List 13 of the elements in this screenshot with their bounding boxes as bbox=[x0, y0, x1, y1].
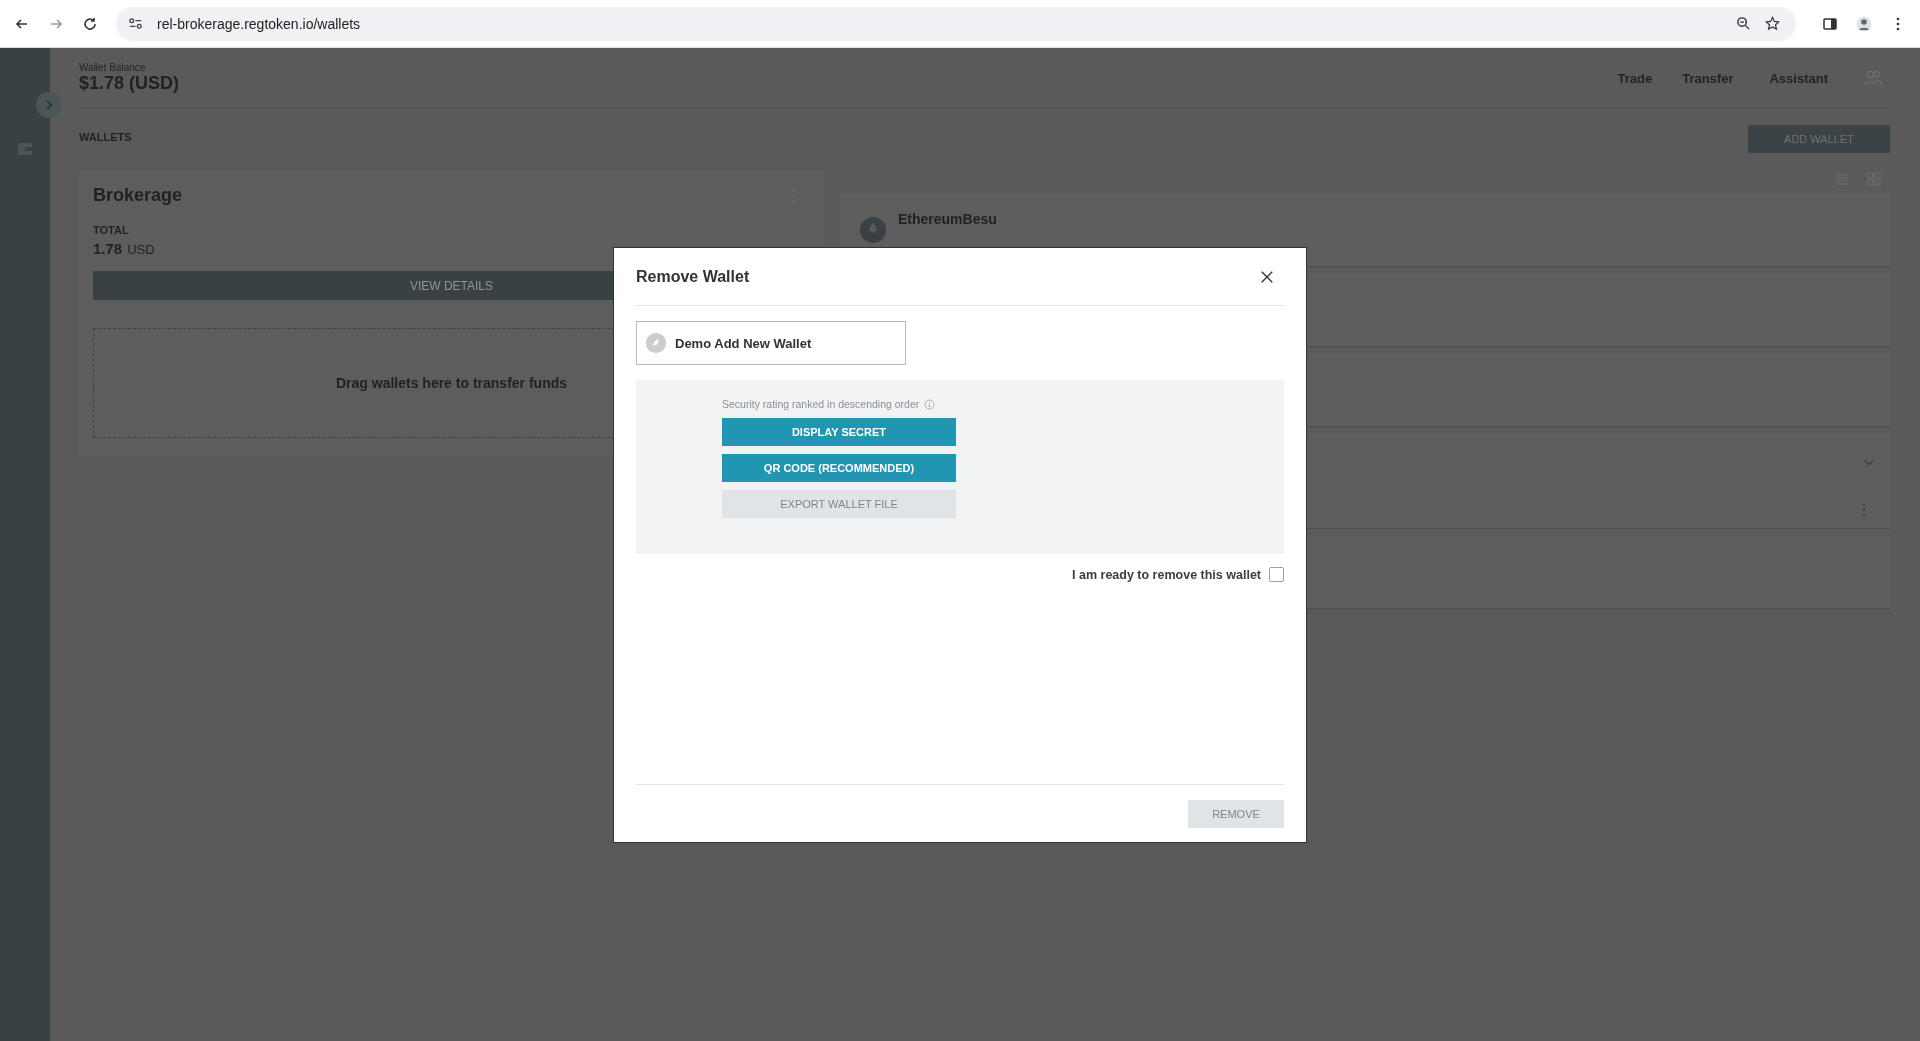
confirm-label: I am ready to remove this wallet bbox=[1072, 567, 1261, 582]
total-label: TOTAL bbox=[93, 224, 130, 236]
wallet-name: Demo Add New Wallet bbox=[675, 335, 812, 351]
balance-amount: $1.78 (USD) bbox=[79, 73, 180, 94]
wallet-name: Brokerage bbox=[93, 185, 183, 206]
drop-hint: Drag wallets here to transfer funds bbox=[335, 375, 568, 391]
currency-label: USD bbox=[127, 242, 155, 257]
url-text: rel-brokerage.regtoken.io/wallets bbox=[157, 15, 361, 32]
total-amount: 1.78 bbox=[93, 240, 123, 257]
balance-label: Wallet Balance bbox=[79, 62, 147, 73]
wallet-name: EthereumBesu bbox=[898, 211, 997, 227]
security-hint: Security rating ranked in descending order bbox=[722, 398, 920, 410]
section-title: WALLETS bbox=[79, 131, 132, 143]
